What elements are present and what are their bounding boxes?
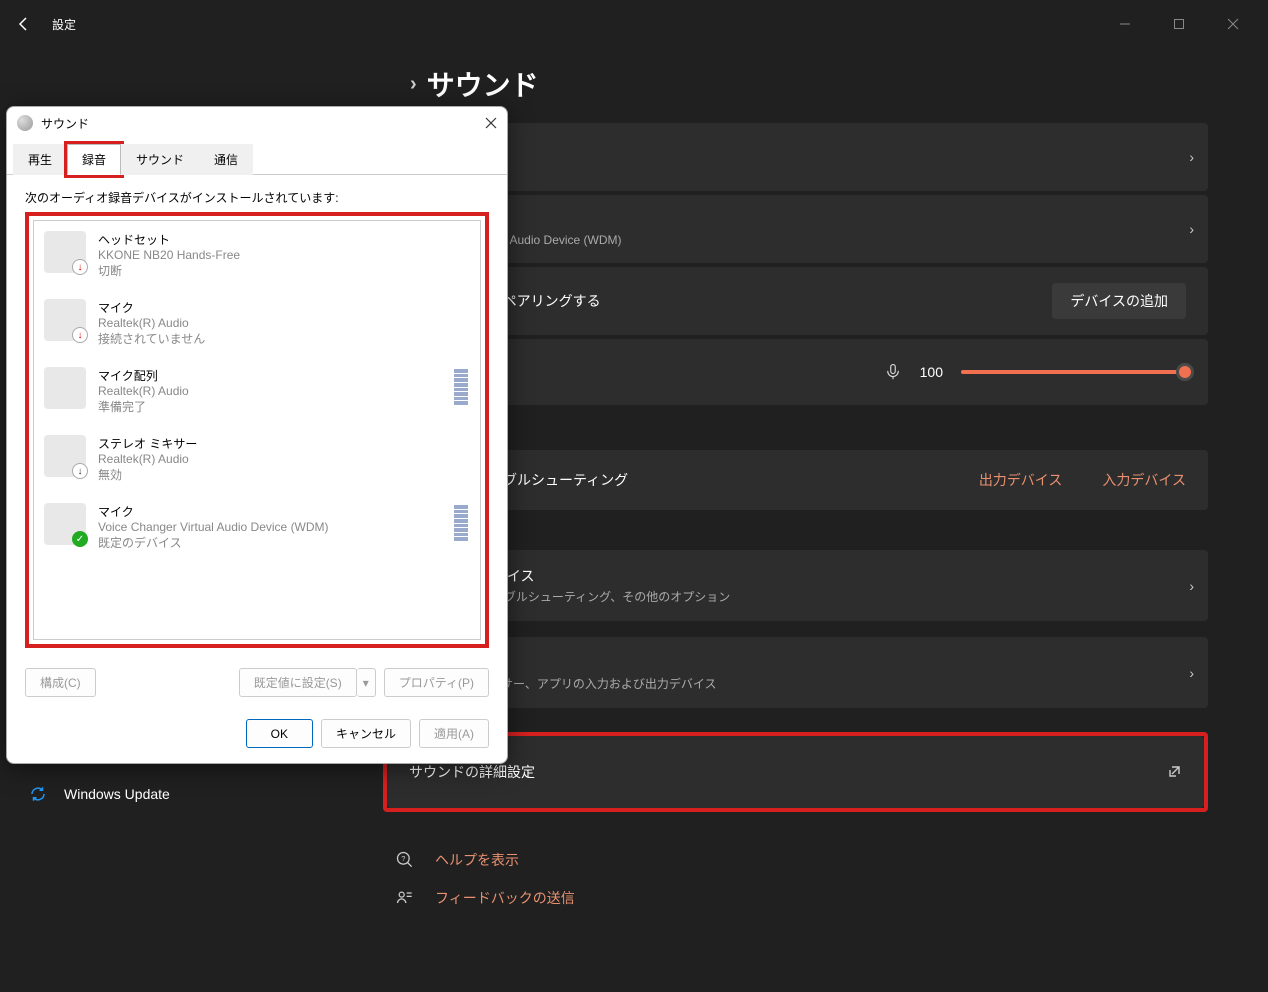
highlight-device-list: ↓ ヘッドセット KKONE NB20 Hands-Free 切断 ↓ マイク … <box>25 212 489 648</box>
svg-text:?: ? <box>401 854 405 863</box>
card-title: サウンドの詳細設定 <box>409 762 535 782</box>
help-icon: ? <box>395 850 417 870</box>
add-device-button[interactable]: デバイスの追加 <box>1052 283 1186 319</box>
device-name: マイク <box>98 503 329 520</box>
titlebar: 設定 <box>0 0 1268 48</box>
device-item[interactable]: ↓ ヘッドセット KKONE NB20 Hands-Free 切断 <box>34 221 480 289</box>
volume-slider[interactable] <box>961 370 1186 374</box>
dialog-instruction: 次のオーディオ録音デバイスがインストールされています: <box>25 189 489 206</box>
speaker-icon <box>17 115 33 131</box>
page-title: サウンド <box>427 64 539 104</box>
headset-icon: ↓ <box>44 231 86 273</box>
close-button[interactable] <box>1210 8 1256 40</box>
sidebar-item-label: Windows Update <box>64 786 170 802</box>
tab-recording[interactable]: 録音 <box>67 144 121 175</box>
device-item[interactable]: ✓ マイク Voice Changer Virtual Audio Device… <box>34 493 480 561</box>
ok-button[interactable]: OK <box>246 719 313 748</box>
window-controls <box>1102 8 1256 40</box>
device-status: 切断 <box>98 262 240 279</box>
device-driver: Voice Changer Virtual Audio Device (WDM) <box>98 520 329 534</box>
card-advanced-sound[interactable]: サウンドの詳細設定 <box>387 736 1204 808</box>
link-feedback[interactable]: フィードバックの送信 <box>435 888 575 908</box>
chevron-right-icon: › <box>410 73 417 96</box>
device-status: 無効 <box>98 466 197 483</box>
apply-button[interactable]: 適用(A) <box>419 719 489 748</box>
device-name: マイク配列 <box>98 367 189 384</box>
link-output-device[interactable]: 出力デバイス <box>979 470 1063 490</box>
chevron-right-icon: › <box>1189 149 1194 165</box>
properties-button[interactable]: プロパティ(P) <box>384 668 489 697</box>
device-status: 既定のデバイス <box>98 534 329 551</box>
app-title: 設定 <box>52 16 76 33</box>
device-driver: Realtek(R) Audio <box>98 384 189 398</box>
feedback-icon <box>395 888 417 908</box>
device-driver: KKONE NB20 Hands-Free <box>98 248 240 262</box>
device-list[interactable]: ↓ ヘッドセット KKONE NB20 Hands-Free 切断 ↓ マイク … <box>33 220 481 640</box>
device-driver: Realtek(R) Audio <box>98 316 205 330</box>
breadcrumb: › サウンド <box>410 64 539 104</box>
sound-dialog: サウンド 再生 録音 サウンド 通信 次のオーディオ録音デバイスがインストールさ… <box>6 106 508 764</box>
link-input-device[interactable]: 入力デバイス <box>1102 470 1186 490</box>
link-help[interactable]: ヘルプを表示 <box>435 850 519 870</box>
tab-communications[interactable]: 通信 <box>199 144 253 175</box>
device-name: ステレオ ミキサー <box>98 435 197 452</box>
device-status: 接続されていません <box>98 330 205 347</box>
tab-sounds[interactable]: サウンド <box>121 144 199 175</box>
slider-thumb[interactable] <box>1176 363 1194 381</box>
device-item[interactable]: ↓ マイク Realtek(R) Audio 接続されていません <box>34 289 480 357</box>
configure-button[interactable]: 構成(C) <box>25 668 96 697</box>
mic-icon <box>884 363 902 381</box>
tab-playback[interactable]: 再生 <box>13 144 67 175</box>
set-default-dropdown[interactable]: ▾ <box>357 668 376 697</box>
mic-icon: ↓ <box>44 299 86 341</box>
device-name: マイク <box>98 299 205 316</box>
minimize-button[interactable] <box>1102 8 1148 40</box>
virtual-mic-icon: ✓ <box>44 503 86 545</box>
cancel-button[interactable]: キャンセル <box>321 719 411 748</box>
dialog-close-button[interactable] <box>485 117 497 129</box>
dialog-titlebar: サウンド <box>7 107 507 139</box>
volume-value: 100 <box>920 364 943 380</box>
dialog-tabs: 再生 録音 サウンド 通信 <box>7 143 507 175</box>
chevron-right-icon: › <box>1189 221 1194 237</box>
dialog-title: サウンド <box>41 115 89 132</box>
set-default-combo[interactable]: 既定値に設定(S) ▾ <box>239 668 376 697</box>
help-links: ? ヘルプを表示 フィードバックの送信 <box>395 850 1208 908</box>
device-name: ヘッドセット <box>98 231 240 248</box>
maximize-button[interactable] <box>1156 8 1202 40</box>
mic-array-icon <box>44 367 86 409</box>
chevron-right-icon: › <box>1189 578 1194 594</box>
sidebar-item-update[interactable]: Windows Update <box>20 772 320 816</box>
level-meter <box>454 505 468 541</box>
device-item[interactable]: マイク配列 Realtek(R) Audio 準備完了 <box>34 357 480 425</box>
set-default-button[interactable]: 既定値に設定(S) <box>239 668 357 697</box>
chevron-right-icon: › <box>1189 665 1194 681</box>
external-link-icon <box>1166 764 1182 780</box>
back-button[interactable] <box>12 12 36 36</box>
device-status: 準備完了 <box>98 398 189 415</box>
device-item[interactable]: ↓ ステレオ ミキサー Realtek(R) Audio 無効 <box>34 425 480 493</box>
level-meter <box>454 369 468 405</box>
sync-icon <box>28 784 48 804</box>
stereo-mix-icon: ↓ <box>44 435 86 477</box>
device-driver: Realtek(R) Audio <box>98 452 197 466</box>
